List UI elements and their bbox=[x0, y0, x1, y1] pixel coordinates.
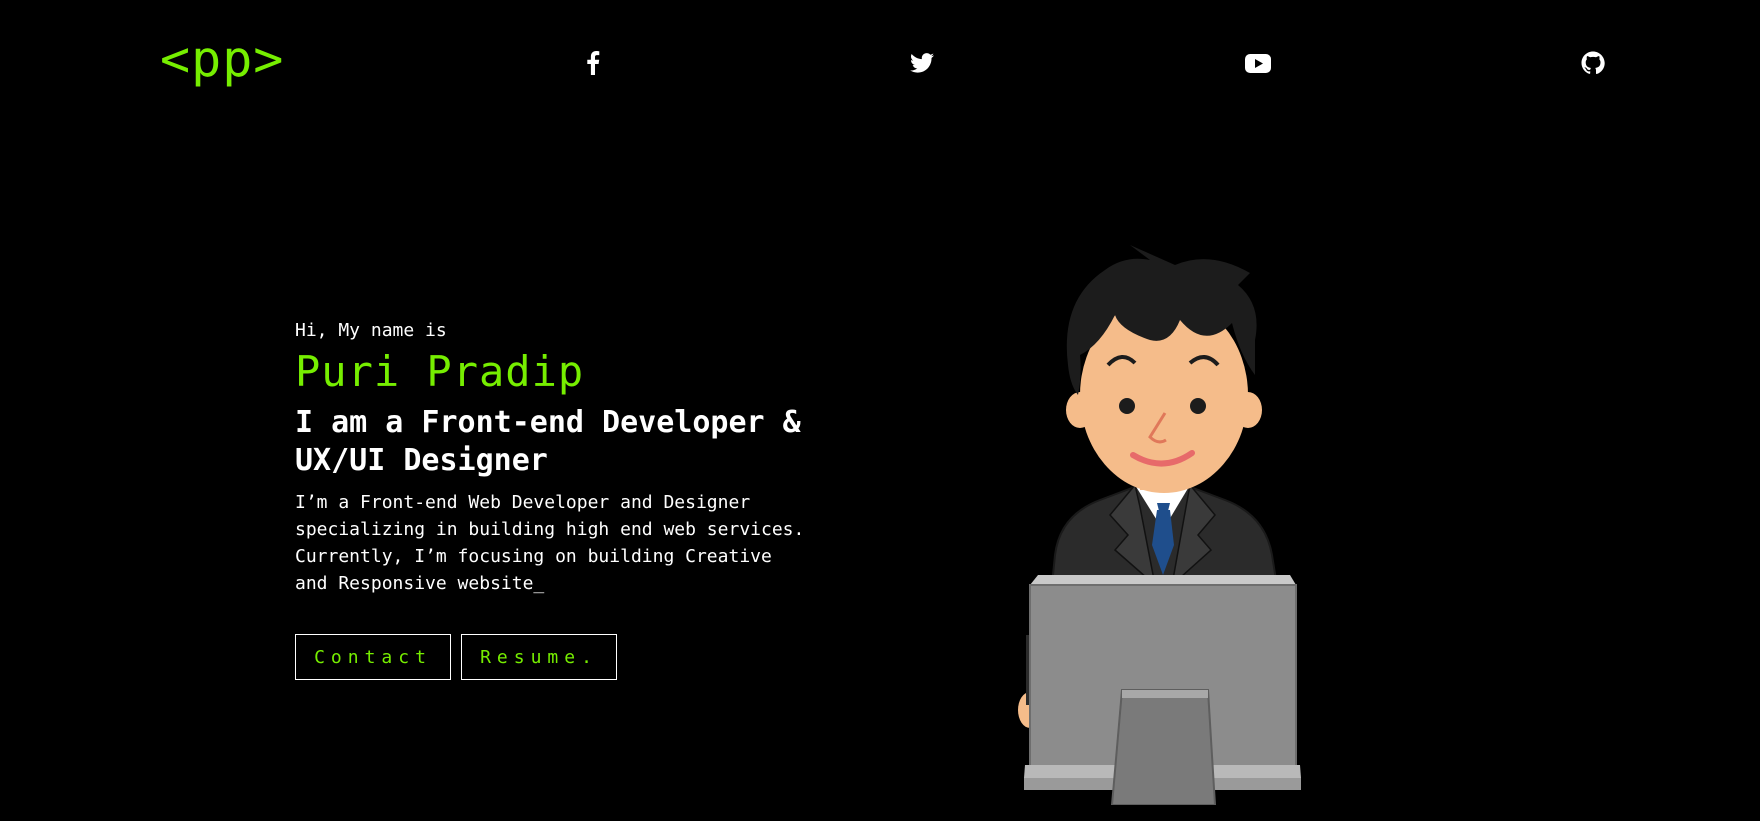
logo[interactable]: <pp> bbox=[160, 28, 284, 90]
hero-description: I’m a Front-end Web Developer and Design… bbox=[295, 489, 815, 597]
developer-illustration bbox=[1000, 245, 1320, 806]
hero-section: Hi, My name is Puri Pradip I am a Front-… bbox=[295, 318, 815, 597]
youtube-icon[interactable] bbox=[1245, 50, 1271, 76]
facebook-icon[interactable] bbox=[580, 50, 606, 76]
description-text: I’m a Front-end Web Developer and Design… bbox=[295, 492, 805, 594]
resume-button[interactable]: Resume. bbox=[461, 634, 617, 680]
typing-cursor: _ bbox=[533, 573, 545, 594]
contact-button[interactable]: Contact bbox=[295, 634, 451, 680]
twitter-icon[interactable] bbox=[909, 50, 935, 76]
greeting-text: Hi, My name is bbox=[295, 320, 447, 341]
developer-illustration-svg bbox=[1018, 245, 1301, 806]
hero-name: Puri Pradip bbox=[295, 347, 585, 396]
hero-role: I am a Front-end Developer & UX/UI Desig… bbox=[295, 405, 801, 478]
top-navbar: <pp> bbox=[0, 0, 1760, 125]
hero-buttons: Contact Resume. bbox=[295, 634, 617, 680]
github-icon[interactable] bbox=[1580, 50, 1606, 76]
